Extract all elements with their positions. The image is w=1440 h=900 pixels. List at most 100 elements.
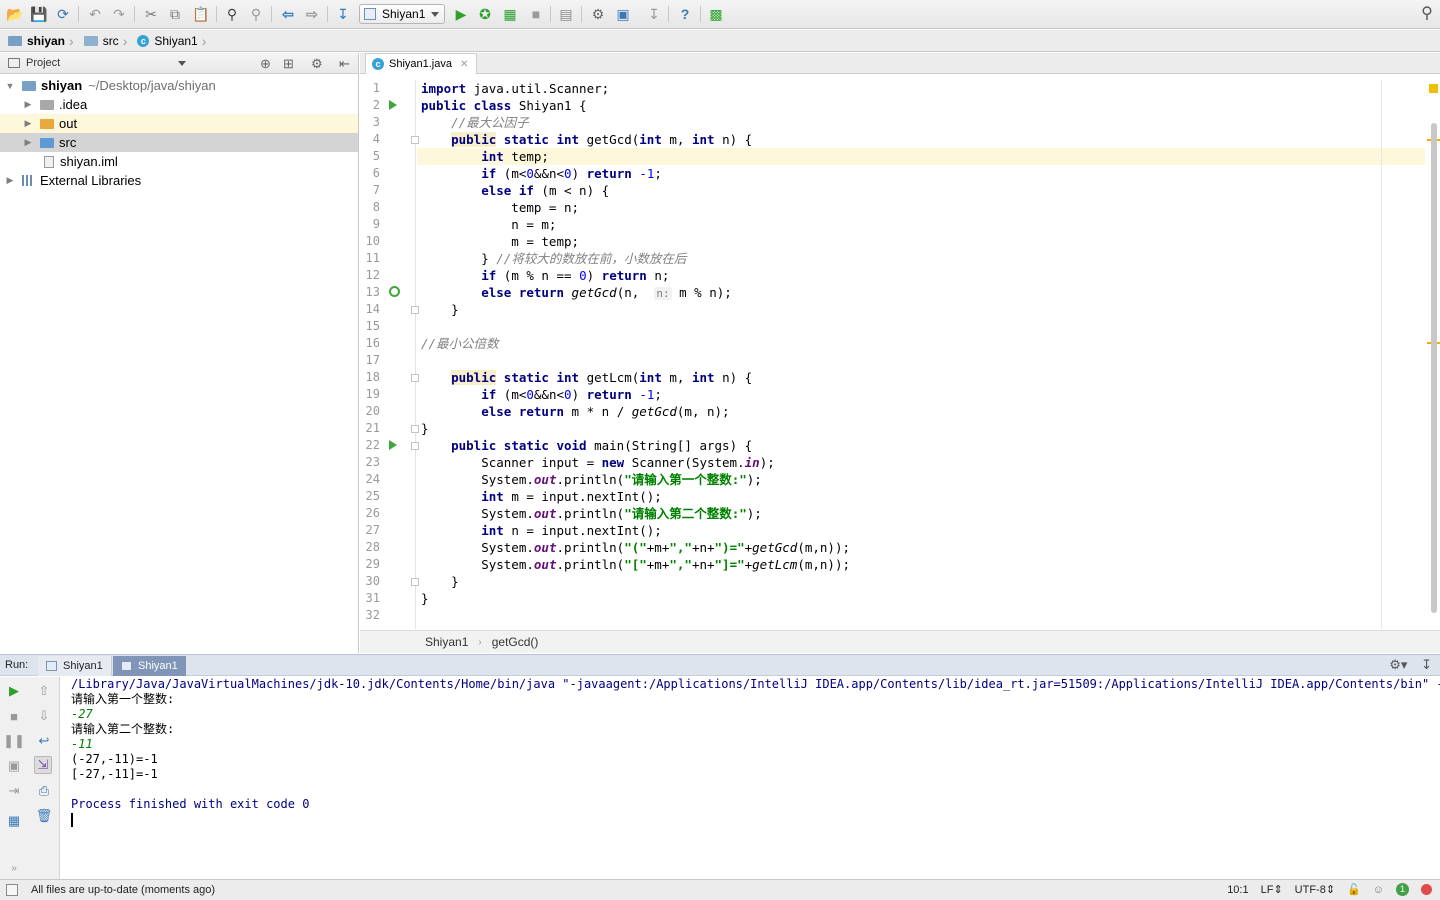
editor-tab-shiyan1[interactable]: c Shiyan1.java ✕ [365,53,478,74]
pause-icon[interactable]: ❚❚ [3,732,25,750]
tree-item-label: External Libraries [40,173,142,188]
run-configuration-label: Shiyan1 [382,7,426,21]
run-tab-1[interactable]: Shiyan1 [38,656,112,676]
copy-icon[interactable]: ⧉ [166,5,184,23]
redo-icon[interactable]: ↷ [110,5,128,23]
close-icon[interactable]: ✕ [460,59,468,70]
fold-marker-icon[interactable] [411,425,419,433]
print-icon[interactable]: ⎙ [35,782,53,800]
notifications-badge[interactable]: 1 [1396,883,1409,896]
code-area[interactable]: import java.util.Scanner; public class Sh… [421,80,1381,629]
dump-threads-icon[interactable]: ▣ [5,757,23,775]
down-icon[interactable]: ⇩ [35,707,53,725]
coverage-icon[interactable]: ▦ [501,5,519,23]
vcs-icon[interactable]: ↧ [645,5,663,23]
editor-scrollbar[interactable] [1431,123,1437,613]
console-input-line[interactable] [71,812,1440,827]
rerun-icon[interactable]: ▶ [5,682,23,700]
fold-marker-icon[interactable] [411,442,419,450]
find-icon[interactable]: ⚲ [223,5,241,23]
up-icon[interactable]: ⇧ [35,682,53,700]
run-configuration-select[interactable]: Shiyan1 [359,4,445,24]
hide-panel-icon[interactable]: ↧ [1421,657,1432,672]
locate-icon[interactable]: ⊕ [260,56,271,72]
console-output[interactable]: /Library/Java/JavaVirtualMachines/jdk-10… [61,677,1440,879]
stop-icon[interactable]: ■ [527,5,545,23]
search-everywhere-icon[interactable]: ⚲ [1418,5,1436,23]
inspector-icon[interactable]: ☺ [1373,884,1384,896]
sdk-icon[interactable]: ▣ [614,5,632,23]
collapsed-arrow-icon[interactable]: ▶ [22,118,34,129]
error-indicator-icon[interactable] [1421,884,1432,895]
gear-icon[interactable]: ⚙ [311,56,323,72]
save-icon[interactable]: 💾 [30,5,48,23]
trash-icon[interactable]: 🗑 [35,807,53,825]
line-separator[interactable]: LF⇕ [1261,883,1283,896]
gear-icon[interactable]: ⚙▾ [1389,657,1407,672]
breadcrumb-project[interactable]: shiyan › [8,33,80,49]
run-toolbar: ▶ ⇧ ■ ⇩ ❚❚ ↩ ▣ ⇲ ⇥ ⎙ ▦ 🗑 » [0,677,60,879]
file-encoding[interactable]: UTF-8⇕ [1295,883,1335,896]
run-class-icon[interactable] [389,100,397,110]
toolbar-separator [700,6,701,22]
scroll-to-end-icon[interactable]: ⇲ [34,756,52,774]
build-icon[interactable]: ↧ [334,5,352,23]
forward-icon[interactable]: ⇨ [303,5,321,23]
chevron-down-icon[interactable] [178,61,186,66]
stop-icon[interactable]: ■ [5,707,23,725]
debug-icon[interactable]: ✪ [476,5,494,23]
run-icon[interactable]: ▶ [452,5,470,23]
terminal-icon[interactable]: ▩ [707,5,725,23]
undo-icon[interactable]: ↶ [86,5,104,23]
tree-item-iml[interactable]: shiyan.iml [0,152,358,171]
expanded-arrow-icon[interactable]: ▼ [4,81,16,91]
tree-item-shiyan[interactable]: ▼ shiyan ~/Desktop/java/shiyan [0,76,358,95]
breadcrumb-class[interactable]: c Shiyan1 › [137,33,212,49]
hide-panel-icon[interactable]: ⇤ [339,56,350,72]
breadcrumb-class[interactable]: Shiyan1 [425,635,468,649]
exit-icon[interactable]: ⇥ [5,782,23,800]
line-number: 18 [365,370,380,384]
breadcrumb-method[interactable]: getGcd() [492,635,539,649]
run-tab-2[interactable]: Shiyan1 [113,656,186,676]
line-number: 25 [365,489,380,503]
fold-marker-icon[interactable] [411,136,419,144]
collapsed-arrow-icon[interactable]: ▶ [22,137,34,148]
inspection-status-icon[interactable] [1429,84,1438,93]
paste-icon[interactable]: 📋 [192,5,210,23]
run-main-icon[interactable] [389,440,397,450]
project-structure-icon[interactable]: ▤ [557,5,575,23]
help-icon[interactable]: ? [676,5,694,23]
cut-icon[interactable]: ✂ [142,5,160,23]
fold-marker-icon[interactable] [411,578,419,586]
back-icon[interactable]: ⇦ [279,5,297,23]
line-number: 23 [365,455,380,469]
line-number: 4 [372,132,380,146]
fold-marker-icon[interactable] [411,306,419,314]
caret-position[interactable]: 10:1 [1227,884,1248,896]
line-number: 13 [365,285,380,299]
code-line: temp = n; [421,200,580,215]
soft-wrap-icon[interactable]: ↩ [35,732,53,750]
tree-item-src[interactable]: ▶ src [0,133,358,152]
collapsed-arrow-icon[interactable]: ▶ [4,175,16,186]
tree-item-out[interactable]: ▶ out [0,114,358,133]
settings-icon[interactable]: ⚙ [589,5,607,23]
sync-icon[interactable]: ⟳ [54,5,72,23]
project-view-select[interactable]: Project [26,57,60,69]
open-folder-icon[interactable]: 📂 [6,5,24,23]
restore-layout-icon[interactable]: ▦ [5,812,23,830]
breadcrumb-src[interactable]: src › [83,33,134,49]
more-icon[interactable]: » [5,859,23,877]
fold-marker-icon[interactable] [411,374,419,382]
line-number: 24 [365,472,380,486]
collapsed-arrow-icon[interactable]: ▶ [22,99,34,110]
lock-icon[interactable]: 🔓 [1347,883,1361,896]
tree-item-external-libraries[interactable]: ▶ External Libraries [0,171,358,190]
collapse-all-icon[interactable]: ⊞ [283,56,294,72]
line-number: 20 [365,404,380,418]
tree-item-idea[interactable]: ▶ .idea [0,95,358,114]
tool-windows-toggle-icon[interactable] [6,884,18,896]
line-number: 22 [365,438,380,452]
replace-icon[interactable]: ⚲ [247,5,265,23]
